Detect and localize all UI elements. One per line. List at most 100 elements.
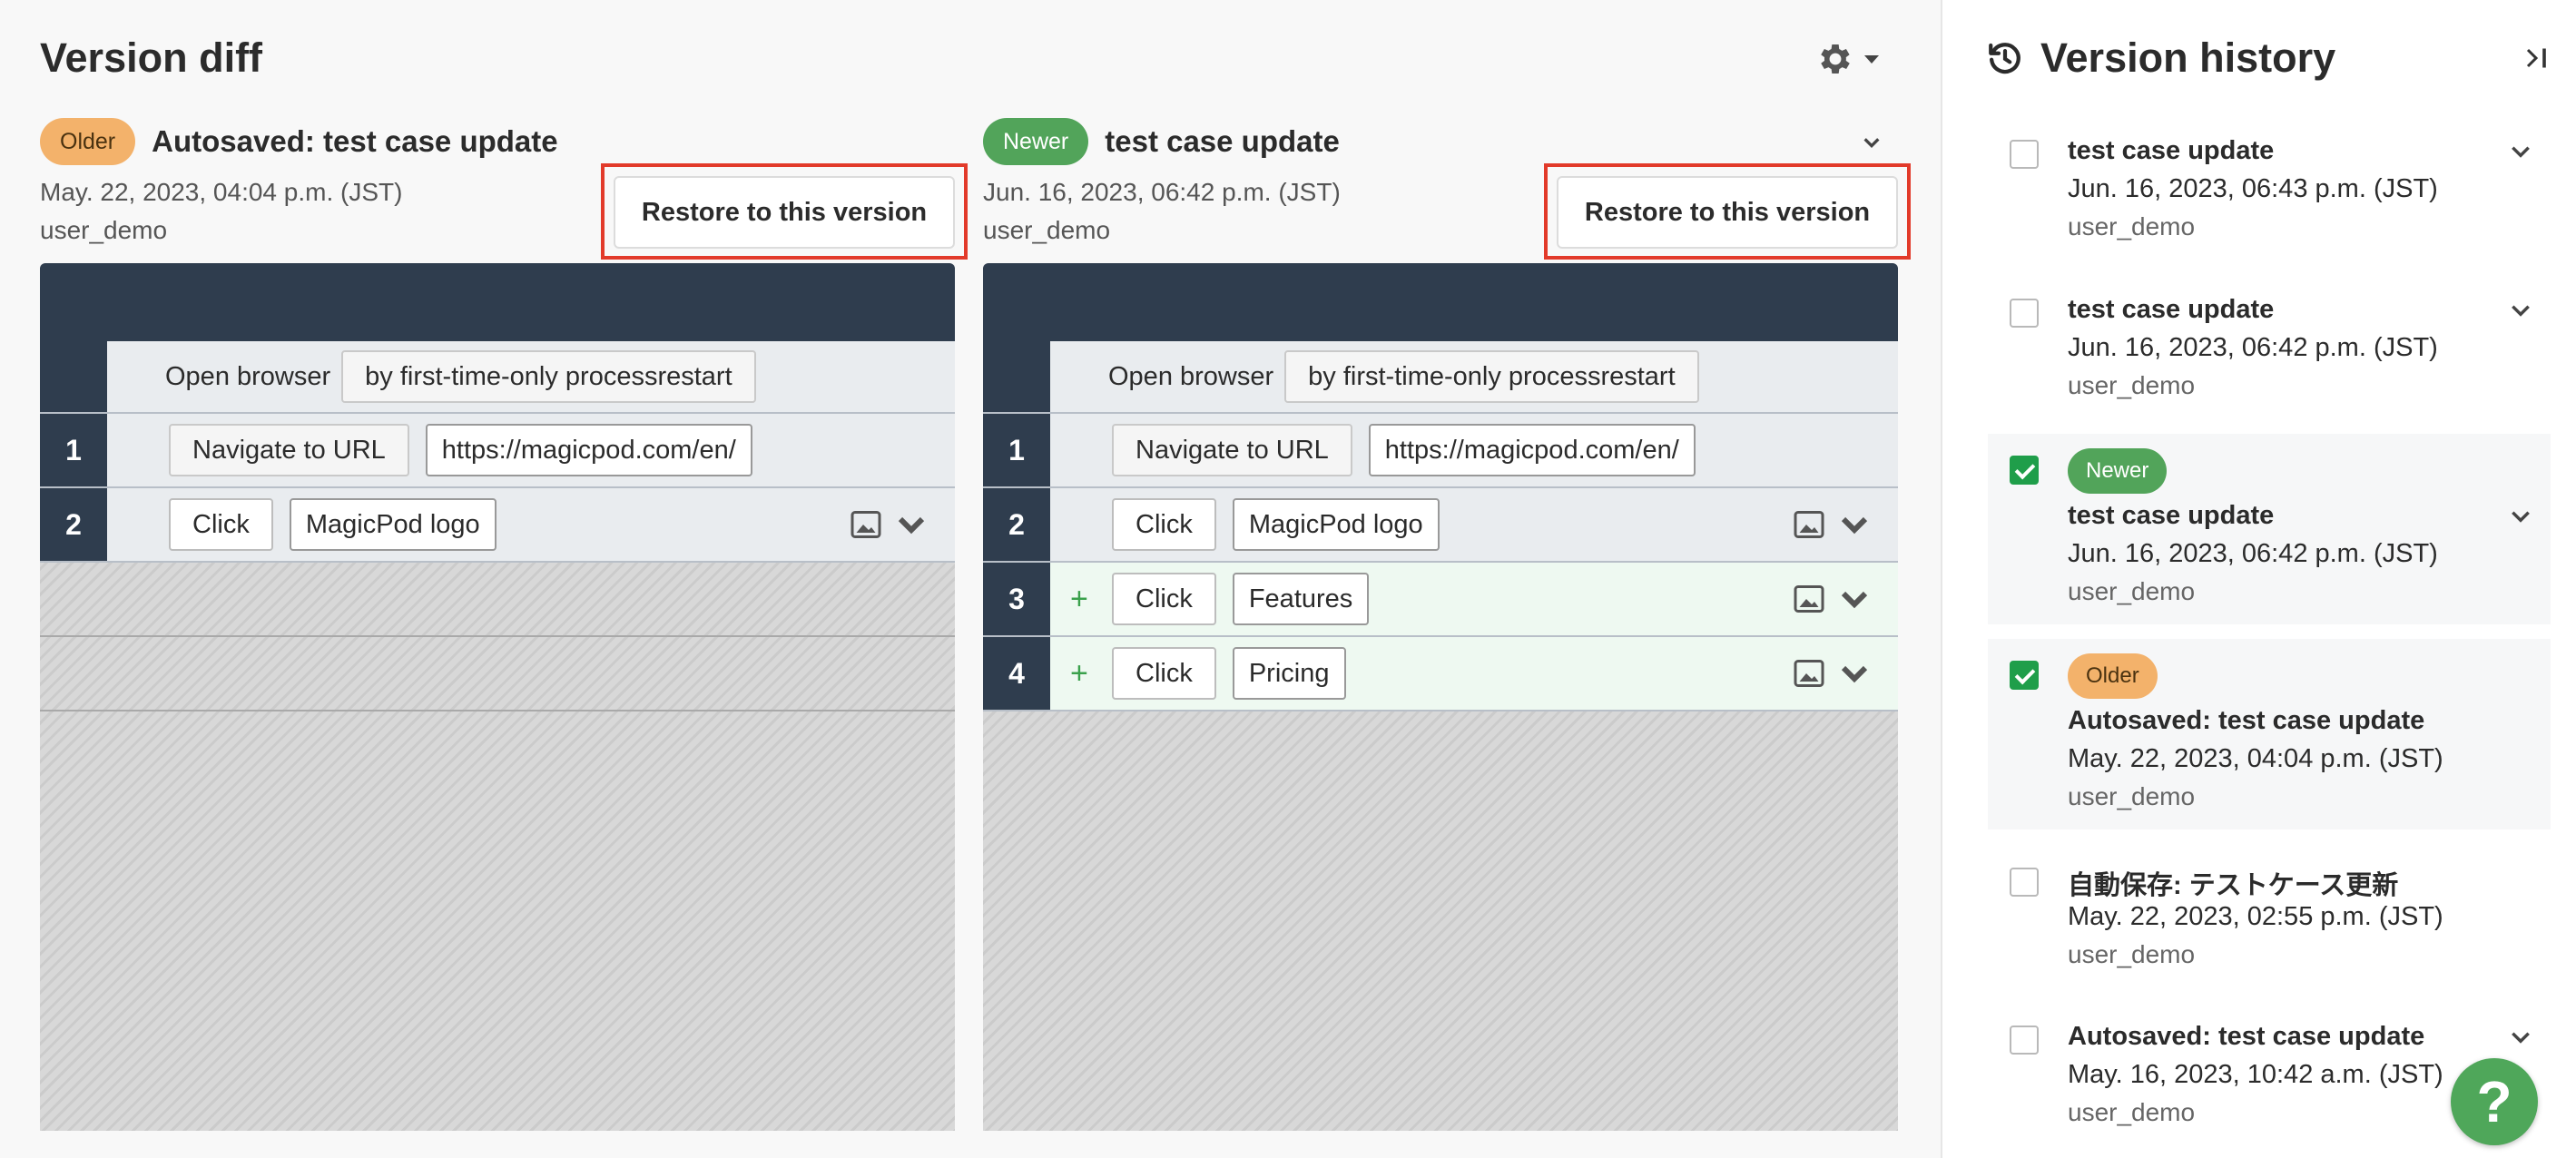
chevron-down-icon[interactable] bbox=[2509, 140, 2532, 163]
history-checkbox[interactable] bbox=[2010, 1026, 2039, 1055]
row-number: 2 bbox=[40, 488, 107, 561]
step-label: Open browser bbox=[165, 361, 331, 391]
added-marker: + bbox=[1070, 581, 1088, 616]
history-item-title: 自動保存: テストケース更新 bbox=[2068, 871, 2399, 900]
step-command[interactable]: Click bbox=[1112, 573, 1216, 625]
table-row[interactable]: 2 Click MagicPod logo bbox=[983, 488, 1898, 563]
older-badge: Older bbox=[2068, 653, 2158, 699]
history-checkbox[interactable] bbox=[2010, 299, 2039, 328]
history-item-title: Autosaved: test case update bbox=[2068, 706, 2425, 735]
history-item[interactable]: 自動保存: テストケース更新 May. 22, 2023, 02:55 p.m.… bbox=[1988, 862, 2551, 1007]
step-param[interactable]: MagicPod logo bbox=[289, 498, 497, 551]
history-checkbox-checked[interactable] bbox=[2010, 661, 2039, 690]
collapse-sidebar-icon[interactable] bbox=[2520, 42, 2552, 74]
step-param[interactable]: MagicPod logo bbox=[1232, 498, 1440, 551]
screenshot-toggle[interactable] bbox=[1793, 657, 1871, 690]
history-item[interactable]: test case update Jun. 16, 2023, 06:43 p.… bbox=[1988, 127, 2551, 272]
history-icon bbox=[1989, 43, 2020, 74]
table-row-added[interactable]: 3 + Click Features bbox=[983, 563, 1898, 637]
step-param[interactable]: Pricing bbox=[1232, 647, 1346, 700]
chevron-down-icon[interactable] bbox=[2509, 505, 2532, 528]
chevron-down-icon[interactable] bbox=[2509, 1026, 2532, 1049]
step-param[interactable]: https://magicpod.com/en/ bbox=[1368, 424, 1696, 476]
chevron-down-icon[interactable] bbox=[2509, 299, 2532, 322]
screenshot-toggle[interactable] bbox=[1793, 583, 1871, 615]
newer-version-date: Jun. 16, 2023, 06:42 p.m. (JST) bbox=[983, 178, 1341, 206]
history-item-title: Autosaved: test case update bbox=[2068, 1022, 2425, 1051]
table-row[interactable]: 1 Navigate to URL https://magicpod.com/e… bbox=[983, 414, 1898, 488]
table-header bbox=[40, 263, 955, 341]
step-command[interactable]: Navigate to URL bbox=[169, 424, 409, 476]
newer-version-pane: Newer test case update Jun. 16, 2023, 06… bbox=[983, 0, 1911, 1158]
row-number: 1 bbox=[40, 414, 107, 486]
row-number: 4 bbox=[983, 637, 1050, 710]
chevron-down-icon bbox=[1841, 591, 1868, 609]
row-number: 2 bbox=[983, 488, 1050, 561]
chevron-down-icon bbox=[1841, 516, 1868, 535]
table-row[interactable]: 2 Click MagicPod logo bbox=[40, 488, 955, 563]
table-row-added[interactable]: 4 + Click Pricing bbox=[983, 637, 1898, 711]
history-item-date: May. 16, 2023, 10:42 a.m. (JST) bbox=[2068, 1060, 2443, 1089]
image-icon bbox=[850, 511, 881, 538]
sidebar-title: Version history bbox=[2040, 34, 2336, 81]
step-command[interactable]: Navigate to URL bbox=[1112, 424, 1352, 476]
row-number: 1 bbox=[983, 414, 1050, 486]
history-item-title: test case update bbox=[2068, 295, 2275, 324]
history-item-selected[interactable]: Newer test case update Jun. 16, 2023, 06… bbox=[1988, 434, 2551, 624]
version-history-sidebar: Version history test case update Jun. 16… bbox=[1941, 0, 2576, 1158]
history-item-user: user_demo bbox=[2068, 371, 2196, 399]
row-number bbox=[40, 341, 107, 412]
restore-older-button[interactable]: Restore to this version bbox=[614, 176, 955, 249]
history-item-date: Jun. 16, 2023, 06:43 p.m. (JST) bbox=[2068, 174, 2438, 203]
empty-row bbox=[40, 563, 955, 637]
image-icon bbox=[1794, 660, 1824, 687]
chevron-down-icon bbox=[1841, 665, 1868, 683]
newer-badge: Newer bbox=[2068, 448, 2168, 494]
history-item-selected[interactable]: Older Autosaved: test case update May. 2… bbox=[1988, 639, 2551, 829]
step-command[interactable]: Click bbox=[169, 498, 273, 551]
table-row[interactable]: 1 Navigate to URL https://magicpod.com/e… bbox=[40, 414, 955, 488]
table-header bbox=[983, 263, 1898, 341]
history-checkbox[interactable] bbox=[2010, 868, 2039, 897]
newer-version-title: test case update bbox=[1105, 124, 1340, 158]
history-item[interactable]: test case update Jun. 16, 2023, 06:42 p.… bbox=[1988, 286, 2551, 431]
step-option[interactable]: by first-time-only processrestart bbox=[1284, 350, 1699, 403]
empty-row bbox=[40, 637, 955, 711]
image-icon bbox=[1794, 511, 1824, 538]
row-number bbox=[983, 341, 1050, 412]
step-label: Open browser bbox=[1108, 361, 1274, 391]
step-param[interactable]: https://magicpod.com/en/ bbox=[425, 424, 752, 476]
step-command[interactable]: Click bbox=[1112, 498, 1216, 551]
table-row[interactable]: Open browser by first-time-only processr… bbox=[983, 341, 1898, 414]
history-item-user: user_demo bbox=[2068, 212, 2196, 240]
older-steps-table: Open browser by first-time-only processr… bbox=[40, 263, 955, 1131]
history-checkbox[interactable] bbox=[2010, 140, 2039, 169]
older-version-date: May. 22, 2023, 04:04 p.m. (JST) bbox=[40, 178, 403, 206]
row-number: 3 bbox=[983, 563, 1050, 635]
history-item-user: user_demo bbox=[2068, 577, 2196, 605]
older-version-title: Autosaved: test case update bbox=[152, 124, 558, 158]
restore-newer-button[interactable]: Restore to this version bbox=[1557, 176, 1898, 249]
history-checkbox-checked[interactable] bbox=[2010, 456, 2039, 485]
version-diff-panel: Version diff Older Autosaved: test case … bbox=[0, 0, 1941, 1158]
step-option[interactable]: by first-time-only processrestart bbox=[341, 350, 756, 403]
step-command[interactable]: Click bbox=[1112, 647, 1216, 700]
history-item-date: Jun. 16, 2023, 06:42 p.m. (JST) bbox=[2068, 333, 2438, 362]
history-item-date: May. 22, 2023, 02:55 p.m. (JST) bbox=[2068, 902, 2443, 931]
history-item-title: test case update bbox=[2068, 136, 2275, 165]
screenshot-toggle[interactable] bbox=[1793, 508, 1871, 541]
chevron-down-icon[interactable] bbox=[1862, 132, 1882, 152]
history-item-user: user_demo bbox=[2068, 1098, 2196, 1126]
screenshot-toggle[interactable] bbox=[850, 508, 928, 541]
table-row[interactable]: Open browser by first-time-only processr… bbox=[40, 341, 955, 414]
help-button[interactable]: ? bbox=[2451, 1058, 2538, 1145]
chevron-down-icon bbox=[898, 516, 925, 535]
history-item-date: May. 22, 2023, 04:04 p.m. (JST) bbox=[2068, 744, 2443, 773]
history-item-user: user_demo bbox=[2068, 782, 2196, 810]
image-icon bbox=[1794, 585, 1824, 613]
history-item-date: Jun. 16, 2023, 06:42 p.m. (JST) bbox=[2068, 539, 2438, 568]
newer-version-user: user_demo bbox=[983, 216, 1111, 244]
step-param[interactable]: Features bbox=[1232, 573, 1370, 625]
history-item-title: test case update bbox=[2068, 501, 2275, 530]
added-marker: + bbox=[1070, 655, 1088, 691]
